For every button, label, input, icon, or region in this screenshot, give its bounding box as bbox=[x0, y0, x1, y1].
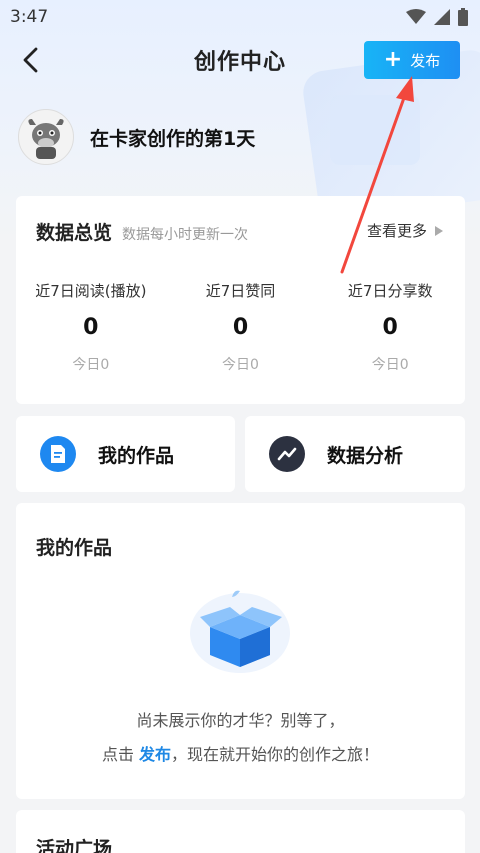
stat-value: 0 bbox=[232, 315, 249, 340]
my-works-card: 我的作品 尚未展示你的才华？别等了， 点击 发布，现在就开始你的创作之旅！ bbox=[16, 503, 465, 799]
top-bar: 创作中心 + 发布 bbox=[0, 38, 480, 84]
triangle-right-icon bbox=[435, 225, 443, 236]
publish-label: 发布 bbox=[410, 51, 441, 70]
empty-state-line1: 尚未展示你的才华？别等了， bbox=[136, 711, 345, 730]
data-overview-subtitle: 数据每小时更新一次 bbox=[122, 227, 249, 243]
status-bar: 3:47 bbox=[0, 0, 480, 34]
view-more-label: 查看更多 bbox=[366, 222, 427, 240]
stat-label: 近7日赞同 bbox=[205, 282, 276, 300]
document-icon bbox=[40, 436, 76, 472]
stat-label: 近7日阅读(播放) bbox=[35, 282, 147, 300]
creation-days-text: 在卡家创作的第1天 bbox=[90, 127, 256, 150]
empty-state-publish-link[interactable]: 发布 bbox=[139, 745, 171, 764]
avatar[interactable] bbox=[18, 109, 74, 165]
stat-value: 0 bbox=[382, 315, 398, 340]
decorative-shape bbox=[330, 95, 420, 165]
my-works-shortcut-label: 我的作品 bbox=[98, 444, 175, 467]
bull-mascot-icon bbox=[28, 119, 64, 159]
stat-value: 0 bbox=[83, 315, 99, 340]
data-overview-card: 数据总览 数据每小时更新一次 查看更多 近7日阅读(播放) 0 今日0 近7日赞… bbox=[16, 196, 465, 404]
stat-reads: 近7日阅读(播放) 0 今日0 bbox=[16, 280, 166, 374]
empty-box-icon bbox=[190, 590, 290, 673]
publish-button[interactable]: + 发布 bbox=[364, 41, 460, 79]
battery-icon bbox=[458, 8, 468, 26]
stat-today: 今日0 bbox=[72, 357, 110, 373]
status-time: 3:47 bbox=[10, 7, 49, 27]
empty-state-line2: 点击 发布，现在就开始你的创作之旅！ bbox=[16, 741, 465, 765]
view-more-link[interactable]: 查看更多 bbox=[367, 220, 443, 241]
trend-line-icon bbox=[269, 436, 305, 472]
empty-state-suffix: ，现在就开始你的创作之旅！ bbox=[171, 745, 380, 764]
stat-today: 今日0 bbox=[371, 357, 409, 373]
data-overview-title: 数据总览 bbox=[36, 222, 113, 244]
stat-shares: 近7日分享数 0 今日0 bbox=[315, 280, 465, 374]
stat-likes: 近7日赞同 0 今日0 bbox=[166, 280, 316, 374]
stat-label: 近7日分享数 bbox=[347, 282, 433, 300]
activity-square-title: 活动广场 bbox=[36, 838, 113, 853]
data-analysis-shortcut[interactable]: 数据分析 bbox=[245, 416, 465, 492]
my-works-shortcut[interactable]: 我的作品 bbox=[16, 416, 235, 492]
my-works-title: 我的作品 bbox=[36, 537, 113, 559]
signal-icon bbox=[434, 9, 450, 25]
activity-square-card: 活动广场 bbox=[16, 810, 465, 853]
wifi-icon bbox=[406, 9, 426, 24]
plus-icon: + bbox=[383, 47, 403, 72]
profile-row[interactable]: 在卡家创作的第1天 bbox=[18, 108, 255, 166]
empty-state-prefix: 点击 bbox=[101, 745, 140, 764]
stat-today: 今日0 bbox=[222, 357, 259, 373]
data-analysis-shortcut-label: 数据分析 bbox=[327, 444, 404, 467]
